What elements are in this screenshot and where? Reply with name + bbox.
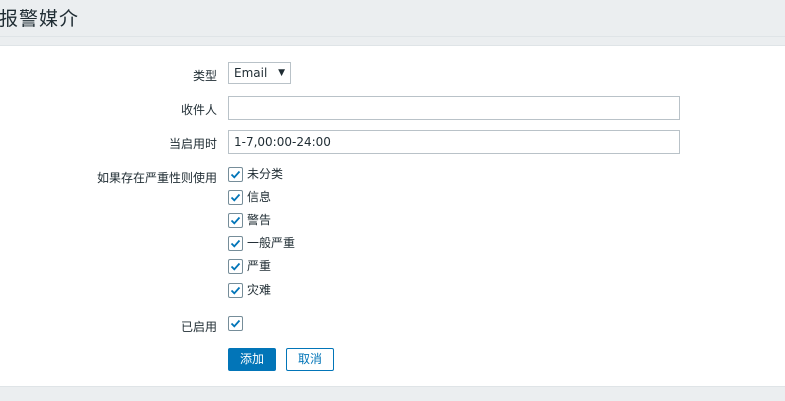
checkbox[interactable]	[228, 213, 243, 228]
check-icon	[230, 262, 241, 271]
dropdown-arrow-icon: ▼	[278, 68, 285, 78]
cancel-button[interactable]: 取消	[286, 348, 334, 371]
when-active-input[interactable]	[228, 130, 680, 154]
recipient-input[interactable]	[228, 96, 680, 120]
checkbox[interactable]	[228, 259, 243, 274]
checkbox-label: 严重	[247, 259, 272, 273]
check-icon	[230, 170, 241, 179]
recipient-label: 收件人	[180, 103, 217, 117]
page-header: 报警媒介	[0, 0, 785, 37]
check-icon	[230, 239, 241, 248]
checkbox-label: 信息	[247, 190, 272, 204]
check-icon	[230, 286, 241, 295]
type-label: 类型	[192, 69, 217, 83]
add-button[interactable]: 添加	[228, 348, 276, 371]
checkbox[interactable]	[228, 236, 243, 251]
when-active-label: 当启用时	[168, 137, 217, 151]
enabled-label: 已启用	[180, 320, 217, 334]
check-icon	[230, 216, 241, 225]
enabled-checkbox[interactable]	[228, 316, 243, 331]
checkbox-label: 灾难	[247, 283, 272, 297]
checkbox-label: 未分类	[247, 167, 284, 181]
checkbox[interactable]	[228, 190, 243, 205]
severity-label: 如果存在严重性则使用	[96, 171, 217, 185]
type-select[interactable]: Email ▼	[228, 62, 291, 84]
type-select-value: Email	[234, 66, 268, 80]
check-icon	[230, 193, 241, 202]
check-icon	[230, 319, 241, 328]
checkbox-label: 一般严重	[247, 236, 296, 250]
page-title: 报警媒介	[0, 8, 80, 30]
checkbox[interactable]	[228, 167, 243, 182]
checkbox[interactable]	[228, 283, 243, 298]
checkbox-label: 警告	[247, 213, 272, 227]
